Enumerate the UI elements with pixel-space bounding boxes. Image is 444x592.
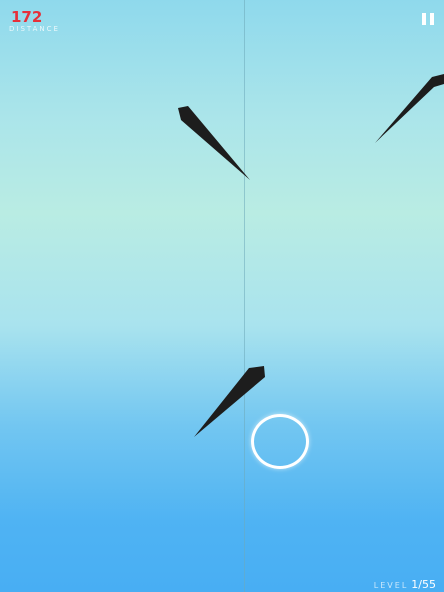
level-indicator: LEVEL 1/55 [374, 573, 436, 592]
player-ring[interactable] [251, 414, 309, 469]
game-screen[interactable]: 172 DISTANCE LEVEL 1/55 [0, 0, 444, 592]
obstacles [178, 74, 444, 437]
spike-obstacle [375, 74, 444, 143]
level-label: LEVEL [373, 581, 409, 590]
spike-obstacle [178, 106, 250, 180]
level-value: 1/55 [411, 578, 436, 591]
